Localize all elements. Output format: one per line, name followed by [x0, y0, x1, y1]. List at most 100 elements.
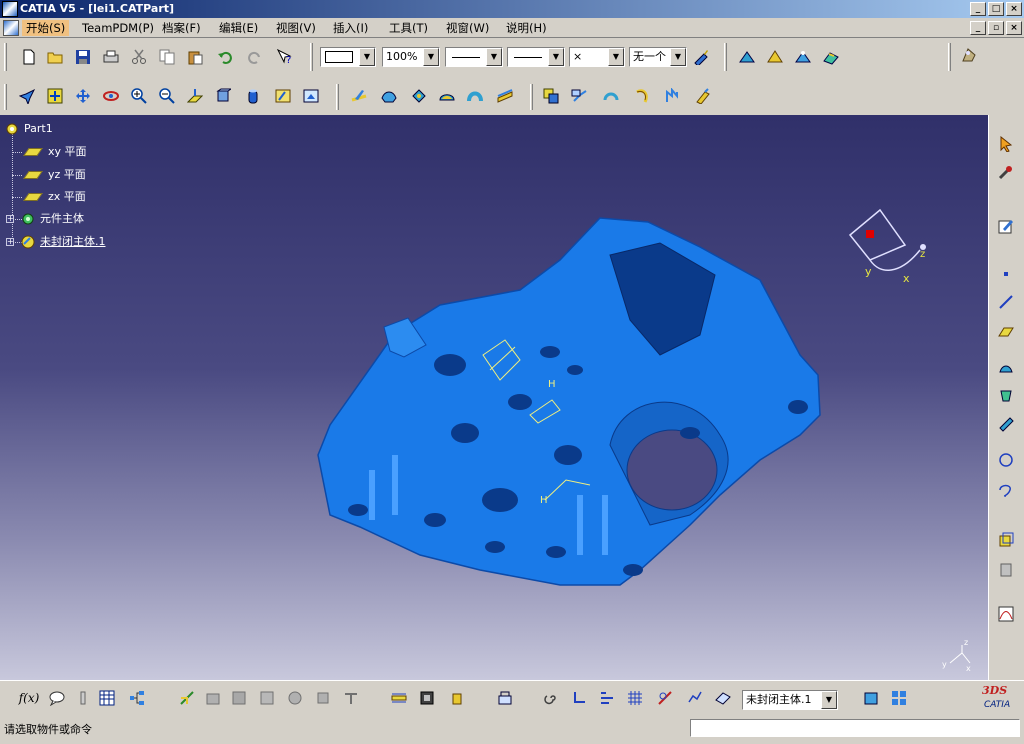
tangency-icon[interactable] [654, 687, 676, 709]
circle-icon[interactable] [995, 449, 1017, 471]
tools-icon[interactable] [995, 161, 1017, 183]
maximize-button[interactable]: □ [988, 2, 1004, 16]
pad-icon[interactable] [378, 85, 400, 107]
menu-teampdm[interactable]: TeamPDM(P) [78, 20, 158, 36]
swap-visible-space-icon[interactable] [300, 85, 322, 107]
cut-icon[interactable] [128, 46, 150, 68]
comment-icon[interactable] [46, 687, 68, 709]
spline-curve-icon[interactable] [995, 479, 1017, 501]
command-input[interactable] [690, 719, 1020, 737]
graph-icon[interactable] [684, 687, 706, 709]
tree-item-zx-plane[interactable]: zx 平面 [23, 188, 86, 206]
part-body-icon[interactable] [540, 85, 562, 107]
child-restore-button[interactable]: ▫ [988, 21, 1004, 35]
wireframe-sketch-icon[interactable] [736, 46, 758, 68]
mass-icon[interactable] [446, 687, 468, 709]
define-work-object-icon[interactable] [712, 687, 734, 709]
fill-color-combo[interactable]: ▼ [320, 47, 376, 67]
print-icon[interactable] [100, 46, 122, 68]
axis-create-icon[interactable] [568, 687, 590, 709]
revolve-icon[interactable] [995, 385, 1017, 407]
menu-help[interactable]: 说明(H) [502, 20, 551, 36]
menu-edit[interactable]: 编辑(E) [215, 20, 262, 36]
redo-icon[interactable] [244, 46, 266, 68]
expand-plus-icon[interactable]: + [6, 215, 14, 223]
fly-mode-icon[interactable] [16, 85, 38, 107]
surface-blue-icon[interactable] [792, 46, 814, 68]
menu-file[interactable]: 档案(F) [158, 20, 205, 36]
workbench-icon[interactable] [958, 44, 980, 66]
shading-icon[interactable] [242, 85, 264, 107]
quick-view-icon[interactable] [212, 85, 234, 107]
part-geometry-canvas[interactable]: H H y x z z y x [0, 115, 988, 680]
gray-tool-5-icon[interactable] [312, 687, 334, 709]
rotate-icon[interactable] [100, 85, 122, 107]
child-minimize-button[interactable]: _ [970, 21, 986, 35]
menu-tools[interactable]: 工具(T) [385, 20, 432, 36]
select-arrow-icon[interactable] [995, 133, 1017, 155]
normal-view-icon[interactable] [184, 85, 206, 107]
update-icon[interactable] [692, 85, 714, 107]
tree-item-yz-plane[interactable]: yz 平面 [23, 166, 86, 184]
undo-icon[interactable] [214, 46, 236, 68]
surface-yellow-icon[interactable] [764, 46, 786, 68]
zoom-out-icon[interactable] [156, 85, 178, 107]
join-icon[interactable] [995, 529, 1017, 551]
view-compass[interactable]: y x z [848, 208, 926, 285]
axis-system-icon[interactable] [568, 85, 590, 107]
surface-multi-icon[interactable] [820, 46, 842, 68]
scan-icon[interactable] [494, 687, 516, 709]
gray-tool-6-icon[interactable] [340, 687, 362, 709]
knowledge-icon[interactable] [72, 687, 94, 709]
pan-icon[interactable] [72, 85, 94, 107]
save-icon[interactable] [72, 46, 94, 68]
line-icon[interactable] [995, 291, 1017, 313]
paste-icon[interactable] [184, 46, 206, 68]
minimize-button[interactable]: _ [970, 2, 986, 16]
point-icon[interactable] [995, 263, 1017, 285]
tree-item-open-body[interactable]: + 未封闭主体.1 [6, 233, 106, 251]
3d-viewport[interactable]: H H y x z z y x Part1 xy 平面 yz 平面 zx 平面 … [0, 115, 988, 680]
formula-icon[interactable]: f(x) [18, 687, 40, 709]
menu-view[interactable]: 视图(V) [272, 20, 320, 36]
assembly-icon[interactable] [176, 687, 198, 709]
catia-app-icon[interactable] [2, 1, 18, 17]
child-close-button[interactable]: × [1006, 21, 1022, 35]
split-icon[interactable] [995, 559, 1017, 581]
inertia-icon[interactable] [416, 687, 438, 709]
arc-icon[interactable] [600, 85, 622, 107]
measure-icon[interactable] [388, 687, 410, 709]
painter-icon[interactable] [690, 46, 712, 68]
close-button[interactable]: × [1006, 2, 1022, 16]
rib-icon[interactable] [464, 85, 486, 107]
analysis-icon[interactable] [995, 603, 1017, 625]
gray-tool-1-icon[interactable] [202, 687, 224, 709]
zoom-in-icon[interactable] [128, 85, 150, 107]
multi-view-icon[interactable] [888, 687, 910, 709]
grid-icon[interactable] [624, 687, 646, 709]
menu-window[interactable]: 视窗(W) [442, 20, 493, 36]
tree-item-xy-plane[interactable]: xy 平面 [23, 143, 87, 161]
hierarchy-icon[interactable] [596, 687, 618, 709]
sketcher-icon[interactable] [348, 85, 370, 107]
gray-tool-4-icon[interactable] [284, 687, 306, 709]
plane-icon[interactable] [995, 321, 1017, 343]
transparency-combo[interactable]: 100% ▼ [382, 47, 440, 67]
expand-plus-icon[interactable]: + [6, 238, 14, 246]
copy-icon[interactable] [156, 46, 178, 68]
gray-tool-3-icon[interactable] [256, 687, 278, 709]
line-type-combo[interactable]: ▼ [507, 47, 565, 67]
spline-icon[interactable] [662, 85, 684, 107]
whats-this-help-icon[interactable]: ? [274, 46, 296, 68]
line-weight-combo[interactable]: ▼ [445, 47, 503, 67]
sweep-icon[interactable] [995, 413, 1017, 435]
structure-tree-icon[interactable] [126, 687, 148, 709]
table-icon[interactable] [96, 687, 118, 709]
fit-all-icon[interactable] [44, 85, 66, 107]
menu-insert[interactable]: 插入(I) [329, 20, 372, 36]
shaft-icon[interactable] [436, 85, 458, 107]
layer-combo[interactable]: 无一个 ▼ [629, 47, 687, 67]
curve-icon[interactable] [632, 85, 654, 107]
tree-item-part-body[interactable]: + 元件主体 [6, 210, 84, 228]
hide-show-icon[interactable] [272, 85, 294, 107]
